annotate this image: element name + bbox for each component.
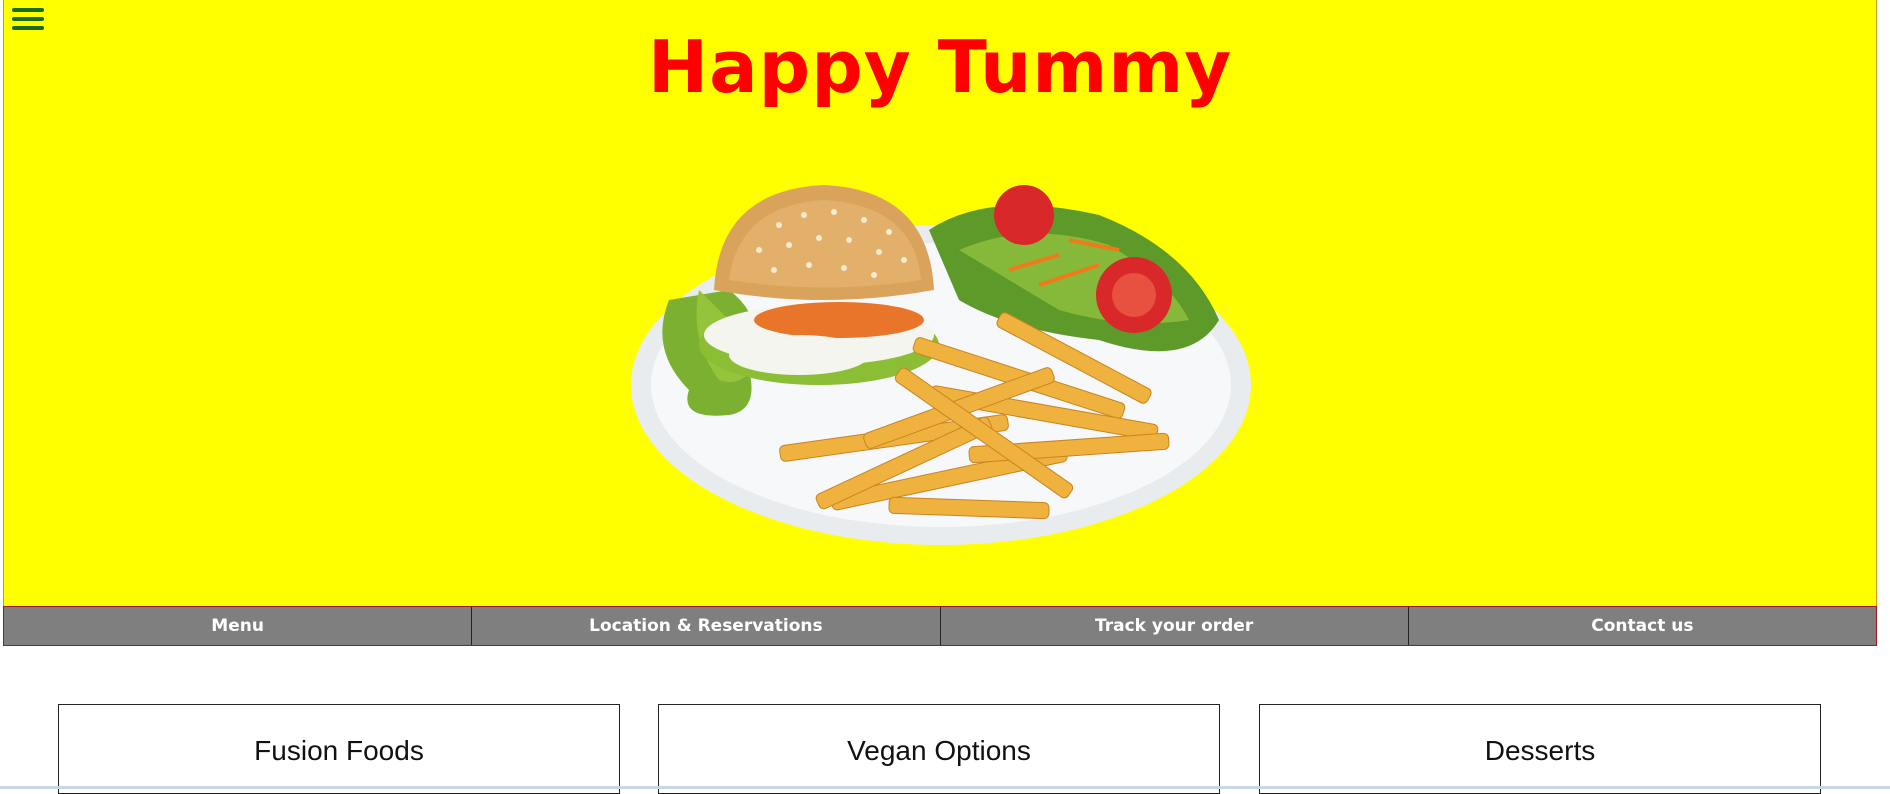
nav-item-track-order[interactable]: Track your order <box>941 607 1409 645</box>
hero-banner: Happy Tummy <box>3 0 1877 606</box>
site-title: Happy Tummy <box>647 25 1233 109</box>
category-card-desserts[interactable]: Desserts <box>1259 704 1821 794</box>
nav-item-location-reservations[interactable]: Location & Reservations <box>472 607 941 645</box>
card-title: Vegan Options <box>847 735 1031 766</box>
category-cards: Fusion Foods Vegan Options Desserts <box>0 704 1890 794</box>
nav-item-menu[interactable]: Menu <box>4 607 473 645</box>
card-title: Fusion Foods <box>254 735 424 766</box>
category-card-fusion-foods[interactable]: Fusion Foods <box>58 704 620 794</box>
category-card-vegan-options[interactable]: Vegan Options <box>658 704 1220 794</box>
burger-fries-plate-image <box>631 185 1251 545</box>
nav-item-contact-us[interactable]: Contact us <box>1409 607 1876 645</box>
main-navigation: Menu Location & Reservations Track your … <box>3 606 1877 646</box>
card-title: Desserts <box>1484 735 1596 766</box>
